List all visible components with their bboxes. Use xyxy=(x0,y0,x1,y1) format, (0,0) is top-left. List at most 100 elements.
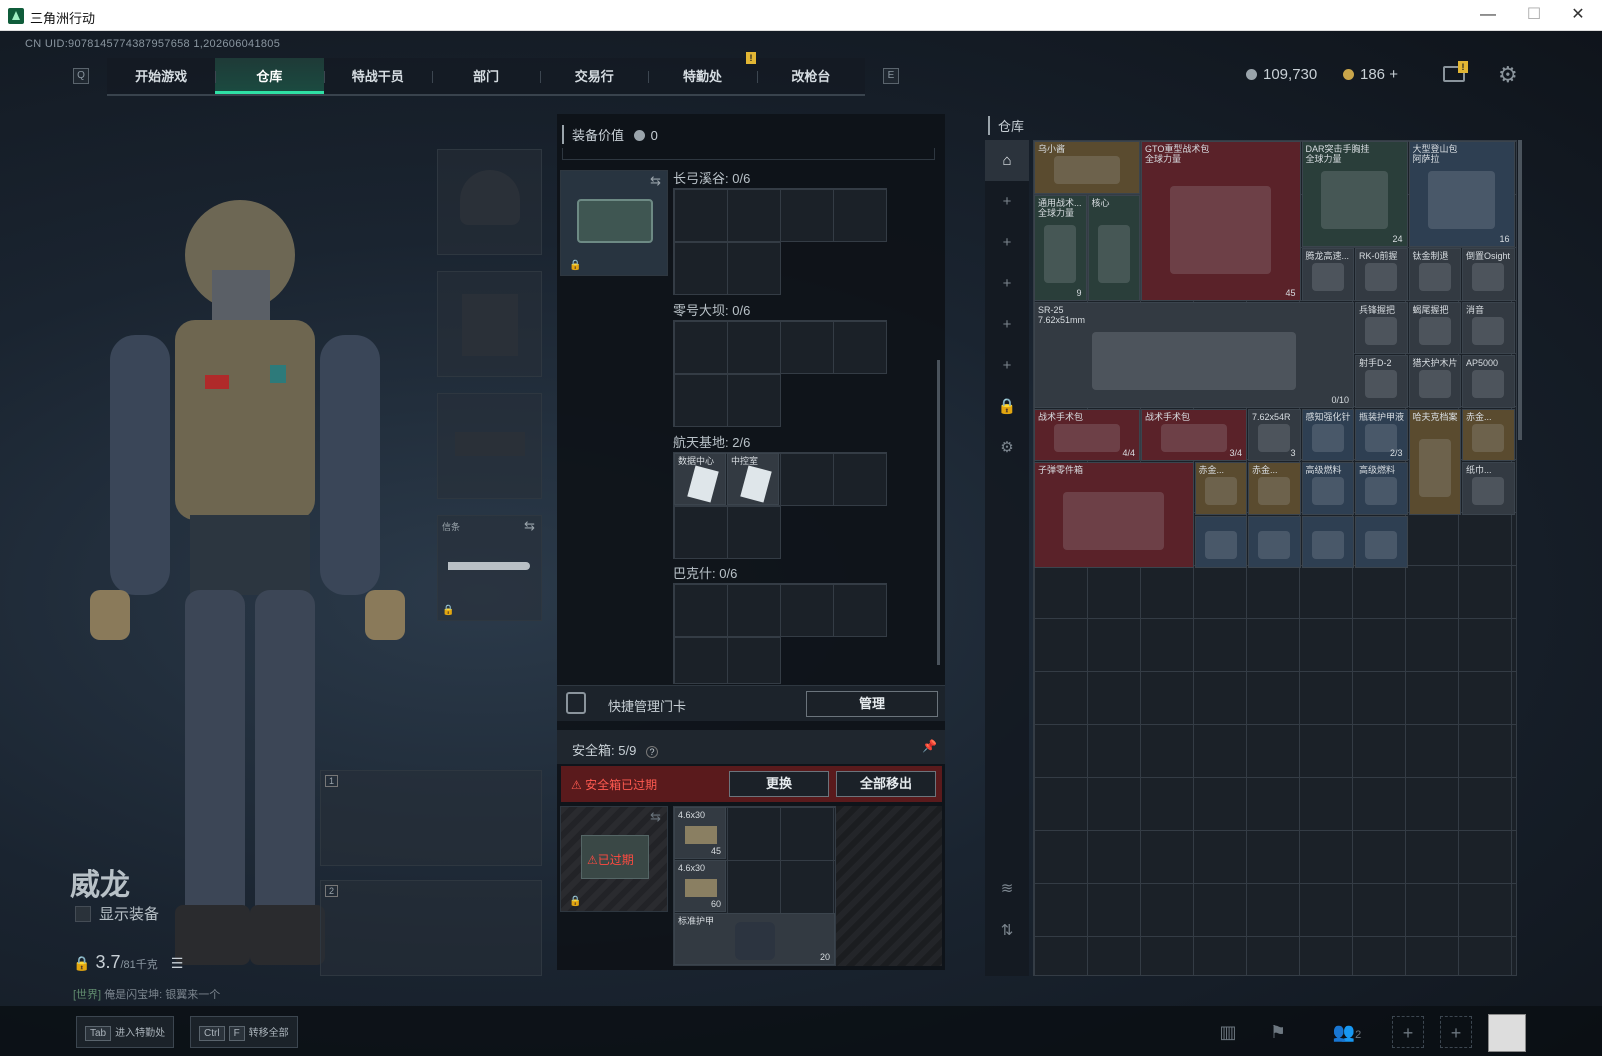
gold-currency[interactable]: 186 + xyxy=(1343,66,1398,83)
keycard-grid-row[interactable] xyxy=(673,373,781,427)
tab-market[interactable]: 交易行 xyxy=(540,58,648,94)
transfer-all-button[interactable]: Ctrl F 转移全部 xyxy=(190,1016,298,1048)
storage-item[interactable]: 乌小酱 xyxy=(1034,141,1140,194)
storage-item[interactable]: GTO重型战术包 全球力量 45 xyxy=(1141,141,1301,301)
safebox-slot[interactable]: ⚠已过期 ⇆ 🔒 xyxy=(560,806,668,912)
storage-item[interactable]: 腾龙高速... xyxy=(1301,248,1354,301)
keycard-grid-row[interactable] xyxy=(673,583,887,637)
player-avatar[interactable] xyxy=(1488,1014,1526,1052)
tab-start-game[interactable]: 开始游戏 xyxy=(107,58,215,94)
keycard-grid-row[interactable] xyxy=(673,505,781,559)
storage-item[interactable] xyxy=(1355,515,1408,568)
flag-icon[interactable]: ⚑ xyxy=(1262,1016,1294,1048)
maximize-button[interactable]: ☐ xyxy=(1514,4,1554,26)
keycard-grid-row[interactable] xyxy=(673,636,781,684)
storage-item[interactable]: 感知强化针 xyxy=(1301,408,1354,461)
storage-item[interactable]: 赤金... xyxy=(1248,462,1301,515)
ammo-item[interactable]: 4.6x30 60 xyxy=(674,860,726,912)
storage-item[interactable]: 赤金... xyxy=(1462,408,1515,461)
storage-item[interactable]: 赤金... xyxy=(1194,462,1247,515)
storage-item[interactable] xyxy=(1248,515,1301,568)
tab-warehouse[interactable]: 仓库 xyxy=(215,58,324,94)
storage-item[interactable]: AP5000 xyxy=(1462,355,1515,408)
tab-special-ops[interactable]: 特勤处 xyxy=(648,58,756,94)
swap-icon[interactable]: ⇆ xyxy=(524,518,535,534)
storage-item[interactable] xyxy=(1194,515,1247,568)
storage-item[interactable]: 高级燃料 xyxy=(1301,462,1354,515)
storage-item[interactable]: 通用战术... 全球力量 9 xyxy=(1034,194,1087,301)
pistol-slot[interactable] xyxy=(437,393,542,499)
helmet-slot[interactable] xyxy=(437,149,542,255)
plus-icon[interactable]: + xyxy=(985,263,1029,304)
help-icon[interactable]: ? xyxy=(645,746,658,758)
storage-scrollbar[interactable] xyxy=(1518,140,1522,440)
pin-icon[interactable]: 📌 xyxy=(922,739,937,753)
enter-special-ops-button[interactable]: Tab 进入特勤处 xyxy=(76,1016,175,1048)
replace-safebox-button[interactable]: 更换 xyxy=(729,771,829,797)
storage-item[interactable]: 战术手术包 3/4 xyxy=(1141,408,1247,461)
storage-item[interactable]: 核心 xyxy=(1087,194,1140,301)
body-armor-slot[interactable] xyxy=(437,271,542,377)
tab-gunsmith[interactable]: 改枪台 xyxy=(756,58,865,94)
close-button[interactable]: ✕ xyxy=(1558,4,1598,26)
invite-plus-icon[interactable]: + xyxy=(1392,1016,1424,1048)
keycard-grid-row[interactable] xyxy=(673,241,781,295)
storage-item[interactable]: 消音 xyxy=(1462,301,1515,354)
sort-icon[interactable]: ⇅ xyxy=(985,910,1029,951)
swap-icon[interactable]: ⇆ xyxy=(650,173,661,189)
storage-item[interactable]: 倒置Osight xyxy=(1462,248,1515,301)
tab-operators[interactable]: 特战干员 xyxy=(323,58,432,94)
keycard-grid-row[interactable] xyxy=(673,320,887,374)
storage-item[interactable]: 大型登山包 阿萨拉 16 xyxy=(1408,141,1515,247)
nav-next-key[interactable]: E xyxy=(883,68,899,84)
primary-weapon-slot-1[interactable]: 1 xyxy=(320,770,542,866)
storage-item[interactable]: 蝎尾握把 xyxy=(1408,301,1461,354)
primary-weapon-slot-2[interactable]: 2 xyxy=(320,880,542,976)
storage-item[interactable]: 高级燃料 xyxy=(1355,462,1408,515)
plus-icon[interactable]: + xyxy=(985,304,1029,345)
ammo-item[interactable]: 4.6x30 45 xyxy=(674,807,726,859)
settings-gear-icon[interactable]: ⚙ xyxy=(1498,62,1518,88)
home-icon[interactable]: ⌂ xyxy=(985,140,1029,181)
storage-item[interactable]: 兵锋握把 xyxy=(1355,301,1408,354)
remove-all-button[interactable]: 全部移出 xyxy=(836,771,936,797)
stats-icon[interactable]: ▥ xyxy=(1212,1016,1244,1048)
keycard-item[interactable]: 中控室 xyxy=(727,453,779,505)
storage-item[interactable]: 瓶装护甲液 2/3 xyxy=(1355,408,1408,461)
storage-item[interactable]: 战术手术包 4/4 xyxy=(1034,408,1140,461)
minimize-button[interactable]: — xyxy=(1468,4,1508,26)
weight-details-icon[interactable]: ☰ xyxy=(171,955,184,971)
show-equipment-checkbox[interactable] xyxy=(75,906,91,922)
manage-keycards-button[interactable]: 管理 xyxy=(806,691,938,717)
storage-item[interactable]: SR-25 7.62x51mm 0/10 xyxy=(1034,301,1354,408)
squad-icon[interactable]: 👥2 xyxy=(1325,1016,1369,1048)
world-chat-line[interactable]: [世界] 俺是闪宝坤: 银翼来一个 xyxy=(73,986,220,1002)
swap-icon[interactable]: ⇆ xyxy=(650,809,661,825)
nav-prev-key[interactable]: Q xyxy=(73,68,89,84)
keycard-item[interactable]: 数据中心 xyxy=(674,453,726,505)
storage-item[interactable] xyxy=(1301,515,1354,568)
storage-item[interactable]: 哈夫克档案 xyxy=(1408,408,1461,515)
keycard-holder-slot[interactable]: ⇆ 🔒 xyxy=(560,170,668,276)
plus-icon[interactable]: + xyxy=(985,181,1029,222)
keycard-grid-row[interactable] xyxy=(673,188,887,242)
keycard-scrollbar[interactable] xyxy=(937,360,940,665)
layers-icon[interactable]: ≋ xyxy=(985,868,1029,909)
plus-icon[interactable]: + xyxy=(985,345,1029,386)
show-equipment-toggle[interactable]: 显示装备 xyxy=(75,903,159,924)
invite-plus-icon[interactable]: + xyxy=(1440,1016,1472,1048)
plus-icon[interactable]: + xyxy=(985,222,1029,263)
storage-item[interactable]: 纸巾... xyxy=(1462,462,1515,515)
storage-item[interactable]: 7.62x54R 3 xyxy=(1248,408,1301,461)
storage-item[interactable]: 射手D-2 xyxy=(1355,355,1408,408)
tab-department[interactable]: 部门 xyxy=(431,58,540,94)
lock-icon[interactable]: 🔒 xyxy=(985,386,1029,427)
storage-item[interactable]: DAR突击手胸挂 全球力量 24 xyxy=(1301,141,1408,247)
gear-icon[interactable]: ⚙ xyxy=(985,427,1029,468)
storage-item[interactable]: 钛金制退 xyxy=(1408,248,1461,301)
armor-item[interactable]: 标准护甲 20 xyxy=(674,913,835,965)
storage-item[interactable]: 猎犬护木片 xyxy=(1408,355,1461,408)
storage-item[interactable]: RK-0前握 xyxy=(1355,248,1408,301)
melee-slot[interactable]: 信条 ⇆ 🔒 xyxy=(437,515,542,621)
storage-item[interactable]: 子弹零件箱 xyxy=(1034,462,1194,568)
